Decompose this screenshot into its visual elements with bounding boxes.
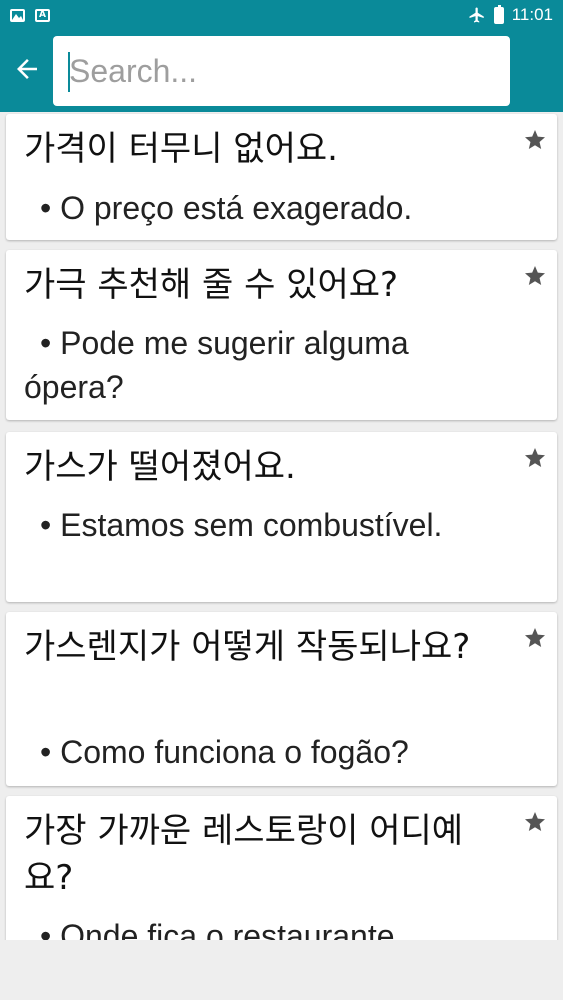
screen: A 11:01 가격이 터무니 없어요. • O preço está exag… bbox=[0, 0, 563, 1000]
phrase-card[interactable]: 가격이 터무니 없어요. • O preço está exagerado. bbox=[6, 114, 557, 240]
favorite-button[interactable] bbox=[521, 624, 549, 652]
star-icon bbox=[525, 628, 545, 647]
image-notification-icon bbox=[10, 8, 25, 22]
favorite-button[interactable] bbox=[521, 262, 549, 290]
phrase-translation: • O preço está exagerado. bbox=[40, 190, 413, 226]
arrow-back-icon bbox=[17, 59, 37, 79]
favorite-button[interactable] bbox=[521, 808, 549, 836]
a-notification-icon: A bbox=[35, 8, 50, 22]
bottom-area bbox=[0, 940, 563, 1000]
phrase-translation: • Como funciona o fogão? bbox=[40, 734, 409, 770]
phrase-card[interactable]: 가장 가까운 레스토랑이 어디예요? • Onde fica o restaur… bbox=[6, 796, 557, 940]
phrase-translation: • Onde fica o restaurante bbox=[40, 918, 395, 940]
phrase-korean: 가격이 터무니 없어요. bbox=[24, 129, 338, 169]
phrase-card[interactable]: 가극 추천해 줄 수 있어요? • Pode me sugerir alguma… bbox=[6, 250, 557, 420]
phrase-card[interactable]: 가스렌지가 어떻게 작동되나요? • Como funciona o fogão… bbox=[6, 612, 557, 786]
status-right: 11:01 bbox=[468, 4, 553, 25]
status-left: A bbox=[10, 8, 50, 22]
phrase-korean: 가스렌지가 어떻게 작동되나요? bbox=[24, 627, 471, 667]
status-bar: A 11:01 bbox=[0, 0, 563, 30]
favorite-button[interactable] bbox=[521, 126, 549, 154]
phrase-list[interactable]: 가격이 터무니 없어요. • O preço está exagerado. 가… bbox=[0, 112, 563, 940]
phrase-translation: • Pode me sugerir alguma ópera? bbox=[24, 325, 409, 405]
toolbar bbox=[0, 30, 563, 112]
phrase-korean: 가극 추천해 줄 수 있어요? bbox=[24, 265, 399, 305]
search-box[interactable] bbox=[53, 36, 510, 106]
phrase-translation: • Estamos sem combustível. bbox=[40, 507, 443, 543]
status-time: 11:01 bbox=[511, 5, 553, 24]
airplane-mode-icon bbox=[469, 7, 484, 23]
star-icon bbox=[525, 448, 545, 467]
battery-icon bbox=[493, 4, 504, 24]
phrase-korean: 가장 가까운 레스토랑이 어디예요? bbox=[24, 811, 464, 898]
favorite-button[interactable] bbox=[521, 444, 549, 472]
phrase-korean: 가스가 떨어졌어요. bbox=[24, 447, 296, 487]
star-icon bbox=[525, 812, 545, 831]
star-icon bbox=[525, 266, 545, 285]
search-input[interactable] bbox=[69, 46, 499, 96]
star-icon bbox=[525, 130, 545, 149]
back-button[interactable] bbox=[8, 50, 46, 88]
phrase-card[interactable]: 가스가 떨어졌어요. • Estamos sem combustível. bbox=[6, 432, 557, 602]
